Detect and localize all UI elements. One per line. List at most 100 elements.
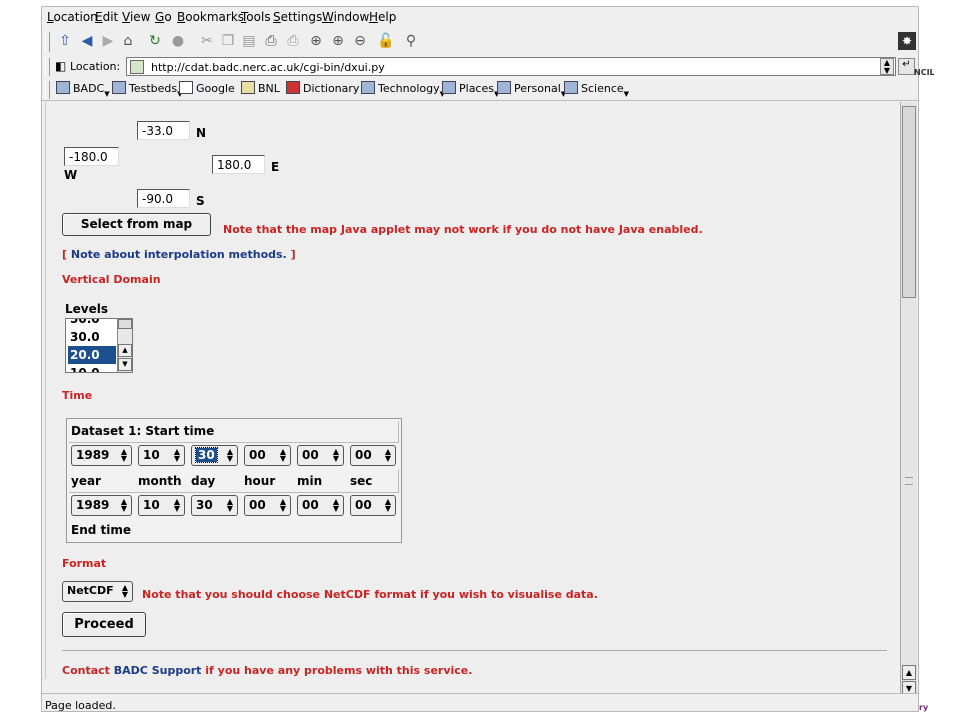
find-icon[interactable]: ⚲ <box>402 32 420 50</box>
zoom-fit-icon[interactable]: ⊕ <box>307 32 325 50</box>
levels-listbox[interactable]: 50.0 30.0 20.0 10.0 ▲ ▼ <box>65 318 133 373</box>
scroll-up-icon[interactable]: ▲ <box>118 344 132 357</box>
chevron-down-icon: ▼ <box>104 90 110 98</box>
scroll-up-icon[interactable]: ▲ <box>902 665 916 680</box>
proceed-button[interactable]: Proceed <box>62 612 146 637</box>
west-input[interactable] <box>64 147 119 166</box>
url-input[interactable] <box>126 57 896 76</box>
start-sec-select[interactable]: 00 ▲ ▼ <box>350 445 396 466</box>
home-icon[interactable]: ⌂ <box>119 32 137 50</box>
start-day-select[interactable]: 30 ▲ ▼ <box>191 445 238 466</box>
scroll-down-icon[interactable]: ▼ <box>118 358 132 371</box>
menu-bookmarks[interactable]: Bookmarks <box>177 10 244 24</box>
zoom-out-icon[interactable]: ⊖ <box>351 32 369 50</box>
spin-icon: ▲ ▼ <box>332 497 339 513</box>
back-icon[interactable]: ◀ <box>78 32 96 50</box>
go-icon[interactable]: ↵ <box>898 58 915 75</box>
forward-icon[interactable]: ▶ <box>99 32 117 50</box>
menu-edit[interactable]: Edit <box>95 10 118 24</box>
level-option[interactable]: 50.0 <box>68 319 116 328</box>
time-heading: Time <box>62 389 93 402</box>
start-month-select[interactable]: 10 ▲ ▼ <box>138 445 185 466</box>
zoom-in-icon[interactable]: ⊕ <box>329 32 347 50</box>
spin-icon: ▲ ▼ <box>121 583 128 599</box>
throbber-icon: ✸ <box>898 32 916 50</box>
bookmark-places[interactable]: Places▼ <box>442 81 499 99</box>
cut-icon[interactable]: ✂ <box>198 32 216 50</box>
folder-icon <box>442 81 456 94</box>
spin-icon: ▲ ▼ <box>384 497 391 513</box>
up-icon[interactable]: ⇧ <box>56 32 74 50</box>
format-heading: Format <box>62 557 107 570</box>
page-favicon-icon <box>130 60 144 74</box>
north-input[interactable] <box>137 121 190 140</box>
bookmark-google[interactable]: Google <box>179 81 235 99</box>
page-scrollbar[interactable]: ▲ ▼ <box>900 102 917 699</box>
format-select[interactable]: NetCDF ▲ ▼ <box>62 581 133 602</box>
levels-scroll-thumb[interactable] <box>118 319 132 329</box>
background-edge-text: NCIL <box>914 68 935 77</box>
level-option[interactable]: 30.0 <box>68 328 116 346</box>
clear-location-icon[interactable]: ◧ <box>55 59 66 73</box>
level-option[interactable]: 10.0 <box>68 364 116 372</box>
spin-icon: ▲ ▼ <box>332 447 339 463</box>
menu-tools[interactable]: Tools <box>241 10 271 24</box>
stop-icon[interactable]: ● <box>169 32 187 50</box>
menu-go[interactable]: Go <box>155 10 172 24</box>
bookmark-personal[interactable]: Personal▼ <box>497 81 566 99</box>
menu-help[interactable]: Help <box>369 10 396 24</box>
menubar: Location Edit View Go Bookmarks Tools Se… <box>42 7 918 29</box>
select-from-map-button[interactable]: Select from map <box>62 213 211 236</box>
menu-view[interactable]: View <box>122 10 150 24</box>
east-input[interactable] <box>212 155 265 174</box>
spin-icon: ▲ ▼ <box>226 447 233 463</box>
paste-icon[interactable]: ▤ <box>240 32 258 50</box>
start-year-select[interactable]: 1989 ▲ ▼ <box>71 445 132 466</box>
min-label: min <box>297 474 323 488</box>
reload-icon[interactable]: ↻ <box>146 32 164 50</box>
end-month-select[interactable]: 10 ▲ ▼ <box>138 495 185 516</box>
month-label: month <box>138 474 182 488</box>
south-input[interactable] <box>137 189 190 208</box>
folder-icon <box>112 81 126 94</box>
scroll-grip-icon <box>905 477 913 485</box>
end-year-select[interactable]: 1989 ▲ ▼ <box>71 495 132 516</box>
lock-icon[interactable]: 🔓 <box>377 32 395 50</box>
copy-icon[interactable]: ❐ <box>219 32 237 50</box>
menu-location[interactable]: Location <box>47 10 98 24</box>
url-history-dropdown-icon[interactable]: ▲ ▼ <box>880 58 894 75</box>
end-sec-select[interactable]: 00 ▲ ▼ <box>350 495 396 516</box>
print-icon[interactable]: ⎙ <box>262 32 280 50</box>
bookbar-grip[interactable] <box>45 81 50 99</box>
menu-settings[interactable]: Settings <box>273 10 322 24</box>
level-option-selected[interactable]: 20.0 <box>68 346 116 364</box>
levels-scrollbar[interactable]: ▲ ▼ <box>117 319 132 372</box>
locbar-grip[interactable] <box>45 58 50 76</box>
bookmark-bnl[interactable]: BNL <box>241 81 280 99</box>
bookmark-dictionary[interactable]: Dictionary <box>286 81 359 99</box>
page-scroll-thumb[interactable] <box>902 106 916 298</box>
interpolation-note-link[interactable]: Note about interpolation methods. <box>71 248 287 261</box>
background-edge-text: ry <box>919 703 929 712</box>
folder-icon <box>564 81 578 94</box>
bookmark-technology[interactable]: Technology▼ <box>361 81 445 99</box>
start-min-select[interactable]: 00 ▲ ▼ <box>297 445 344 466</box>
print-frame-icon[interactable]: ⎙ <box>284 32 302 50</box>
end-day-select[interactable]: 30 ▲ ▼ <box>191 495 238 516</box>
toolbar-grip[interactable] <box>45 32 50 52</box>
location-bar: ◧ Location: ▲▼ ↵ <box>42 55 918 79</box>
bookmark-science[interactable]: Science▼ <box>564 81 629 99</box>
start-hour-select[interactable]: 00 ▲ ▼ <box>244 445 291 466</box>
menu-window[interactable]: Window <box>322 10 369 24</box>
bookmark-badc[interactable]: BADC▼ <box>56 81 110 99</box>
vertical-domain-heading: Vertical Domain <box>62 273 161 286</box>
map-note: Note that the map Java applet may not wo… <box>223 223 703 236</box>
end-time-label: End time <box>71 523 131 537</box>
divider <box>62 650 887 651</box>
bookmark-testbeds[interactable]: Testbeds▼ <box>112 81 183 99</box>
page-icon <box>241 81 255 94</box>
end-min-select[interactable]: 00 ▲ ▼ <box>297 495 344 516</box>
badc-support-link[interactable]: BADC Support <box>114 664 202 677</box>
folder-icon <box>497 81 511 94</box>
end-hour-select[interactable]: 00 ▲ ▼ <box>244 495 291 516</box>
